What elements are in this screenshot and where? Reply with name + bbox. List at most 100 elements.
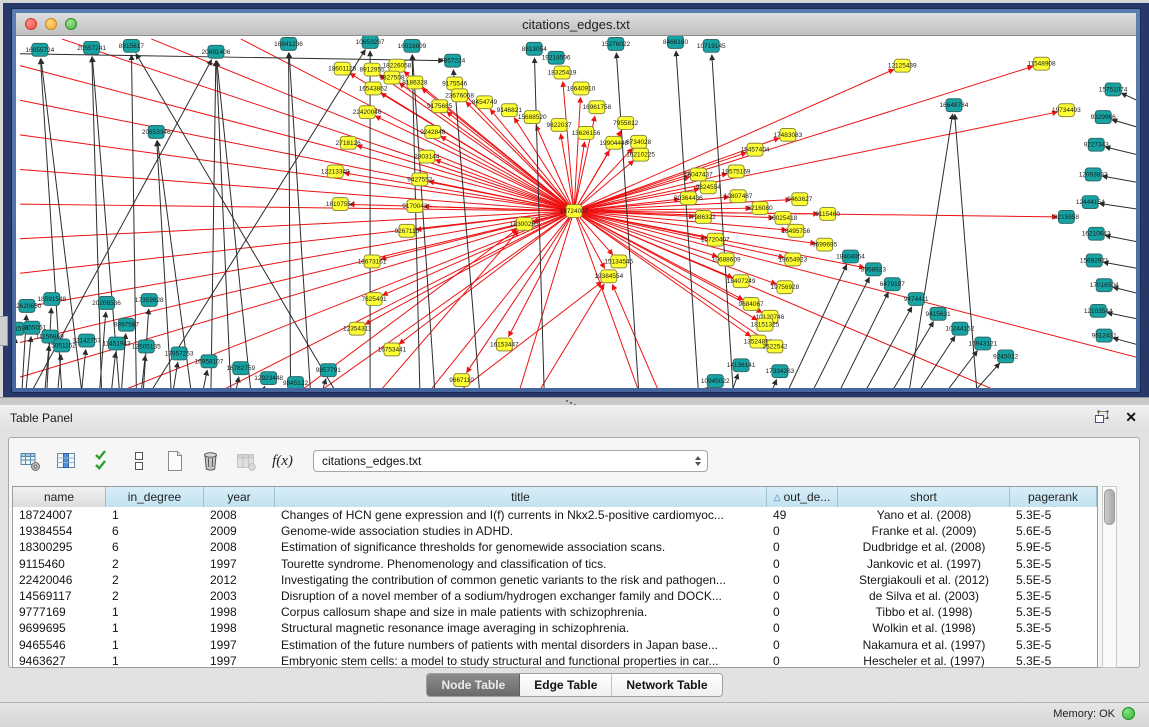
graph-node[interactable]: 20653346 (142, 125, 171, 138)
graph-node[interactable]: 9463627 (787, 193, 813, 206)
graph-node[interactable]: 8815617 (119, 39, 145, 52)
graph-edge[interactable] (865, 307, 911, 388)
divider-grip-icon[interactable] (566, 400, 568, 402)
table-scrollbar-thumb[interactable] (1104, 489, 1115, 525)
tab-node-table[interactable]: Node Table (427, 674, 520, 696)
graph-edge[interactable] (20, 211, 574, 239)
graph-node[interactable]: 9170043 (402, 200, 428, 213)
graph-edge[interactable] (382, 211, 574, 295)
graph-node[interactable]: 17483083 (773, 128, 802, 141)
graph-node[interactable]: 18495756 (781, 224, 810, 237)
graph-edge[interactable] (574, 211, 1136, 357)
table-row[interactable]: 1938455462009Genome-wide association stu… (13, 523, 1097, 539)
graph-node[interactable]: 15276022 (601, 37, 630, 50)
graph-edge[interactable] (263, 386, 265, 388)
graph-node[interactable]: 16033809 (398, 39, 427, 52)
graph-node[interactable]: 9824554 (696, 181, 722, 194)
tab-edge-table[interactable]: Edge Table (520, 674, 612, 696)
graph-edge[interactable] (574, 97, 580, 211)
graph-edge[interactable] (322, 379, 326, 388)
graph-edge[interactable] (20, 211, 574, 343)
graph-node[interactable]: 16543862 (359, 82, 388, 95)
graph-node[interactable]: 9845122 (283, 377, 309, 388)
graph-node[interactable]: 15457404 (741, 143, 770, 156)
clear-selection-icon[interactable] (125, 448, 152, 475)
table-row[interactable]: 1830029562008Estimation of significance … (13, 539, 1097, 555)
graph-node[interactable]: 17334263 (766, 365, 795, 378)
close-window-icon[interactable] (25, 18, 37, 30)
graph-node[interactable]: 10719145 (697, 39, 726, 52)
function-builder-icon[interactable]: f(x) (269, 448, 296, 475)
graph-edge[interactable] (111, 352, 115, 388)
graph-edge[interactable] (460, 282, 602, 388)
graph-node[interactable]: 9667110 (449, 374, 474, 387)
graph-node[interactable]: 8466160 (663, 36, 689, 48)
graph-node[interactable]: 16753441 (378, 343, 407, 356)
graph-node[interactable]: 6216080 (747, 202, 773, 215)
graph-node[interactable]: 18325419 (548, 66, 577, 79)
graph-node[interactable]: 19904448 (599, 136, 628, 149)
float-panel-icon[interactable] (1094, 410, 1109, 424)
graph-node[interactable]: 9415631 (925, 307, 951, 320)
graph-node[interactable]: 10945022 (701, 375, 730, 388)
panel-divider[interactable] (0, 397, 1149, 405)
table-row[interactable]: 2242004622012Investigating the contribut… (13, 572, 1097, 588)
graph-node[interactable]: 13626156 (572, 126, 601, 139)
graph-edge[interactable] (289, 53, 310, 388)
table-row[interactable]: 1872400712008Changes of HCN gene express… (13, 507, 1097, 523)
graph-edge[interactable] (20, 54, 444, 61)
graph-node[interactable]: 6734028 (626, 135, 652, 148)
graph-node[interactable]: 11548908 (1027, 57, 1056, 70)
graph-edge[interactable] (919, 336, 955, 388)
graph-node[interactable]: 12103544 (1084, 304, 1113, 317)
graph-node[interactable]: 8186328 (402, 76, 428, 89)
column-header-year[interactable]: year (204, 487, 275, 507)
graph-edge[interactable] (563, 81, 574, 211)
maximize-window-icon[interactable] (65, 18, 77, 30)
graph-node[interactable]: 15688520 (518, 111, 547, 124)
graph-node[interactable]: 12213349 (321, 165, 350, 178)
graph-edge[interactable] (467, 211, 574, 373)
graph-edge[interactable] (211, 61, 216, 388)
graph-node[interactable]: 8958923 (861, 263, 887, 276)
graph-edge[interactable] (712, 55, 733, 388)
graph-edge[interactable] (1099, 203, 1136, 209)
table-row[interactable]: 977716911998Corpus callosum shape and si… (13, 604, 1097, 620)
graph-node[interactable]: 9474411 (904, 293, 929, 306)
graph-node[interactable]: 11451943 (102, 337, 131, 350)
graph-node[interactable]: 12142757 (72, 334, 101, 347)
graph-edge[interactable] (173, 362, 178, 388)
column-header-name[interactable]: name (13, 487, 106, 507)
graph-edge[interactable] (136, 54, 335, 388)
graph-edge[interactable] (788, 265, 847, 388)
graph-edge[interactable] (453, 70, 479, 388)
graph-edge[interactable] (574, 211, 784, 258)
graph-edge[interactable] (1121, 93, 1136, 100)
graph-node[interactable]: 9227343 (1084, 138, 1110, 151)
table-scrollbar[interactable] (1102, 486, 1117, 668)
table-row[interactable]: 911546021997Tourette syndrome. Phenomeno… (13, 556, 1097, 572)
graph-node[interactable]: 18601128 (328, 62, 357, 75)
graph-edge[interactable] (539, 284, 604, 388)
graph-node[interactable]: 12444154 (1076, 196, 1105, 209)
graph-node[interactable]: 15134545 (604, 255, 633, 268)
graph-node[interactable]: 8813054 (522, 42, 548, 55)
graph-node[interactable]: 9242848 (420, 125, 446, 138)
graph-edge[interactable] (132, 55, 137, 388)
graph-node[interactable]: 16210643 (1082, 227, 1111, 240)
graph-node[interactable]: 19654923 (778, 253, 807, 266)
graph-node[interactable]: 8454749 (472, 96, 498, 109)
graph-edge[interactable] (399, 211, 574, 344)
close-panel-icon[interactable]: ✕ (1125, 410, 1137, 424)
graph-node[interactable]: 19218596 (542, 51, 571, 64)
graph-node[interactable]: 20206536 (92, 297, 121, 310)
graph-edge[interactable] (574, 153, 747, 211)
graph-node[interactable]: 9857791 (316, 364, 342, 377)
minimize-window-icon[interactable] (45, 18, 57, 30)
graph-edge[interactable] (289, 53, 291, 388)
graph-node[interactable]: 12923448 (254, 372, 283, 385)
table-row[interactable]: 1456911722003Disruption of a novel membe… (13, 588, 1097, 604)
column-header-short[interactable]: short (838, 487, 1010, 507)
graph-node[interactable]: 18640910 (567, 82, 596, 95)
graph-node[interactable]: 9612431 (1092, 329, 1118, 342)
